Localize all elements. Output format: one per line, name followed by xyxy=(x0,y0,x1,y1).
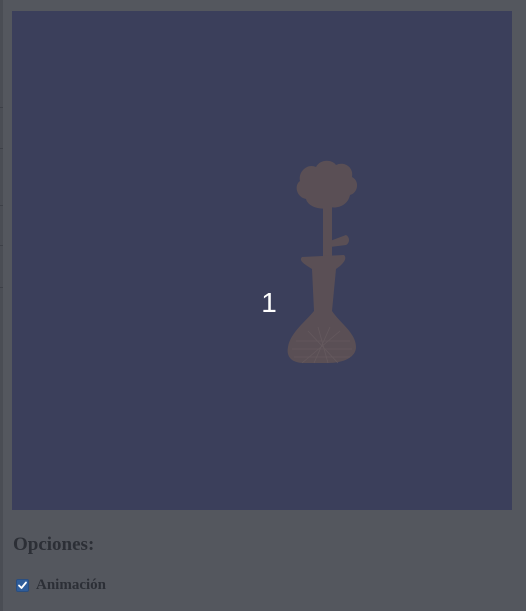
animation-option[interactable]: Animación xyxy=(16,575,106,595)
frame-counter: 1 xyxy=(261,287,277,318)
checkmark-icon xyxy=(18,581,27,589)
options-title: Opciones: xyxy=(13,534,95,555)
flower-in-vase-model xyxy=(287,160,358,364)
options-panel: Opciones: Animación xyxy=(13,533,493,593)
left-window-edge xyxy=(0,0,3,611)
page: 1 Opciones: Animación xyxy=(0,0,526,611)
animation-label: Animación xyxy=(36,576,107,593)
animation-checkbox[interactable] xyxy=(16,578,29,592)
3d-viewer-canvas[interactable]: 1 xyxy=(12,11,512,510)
